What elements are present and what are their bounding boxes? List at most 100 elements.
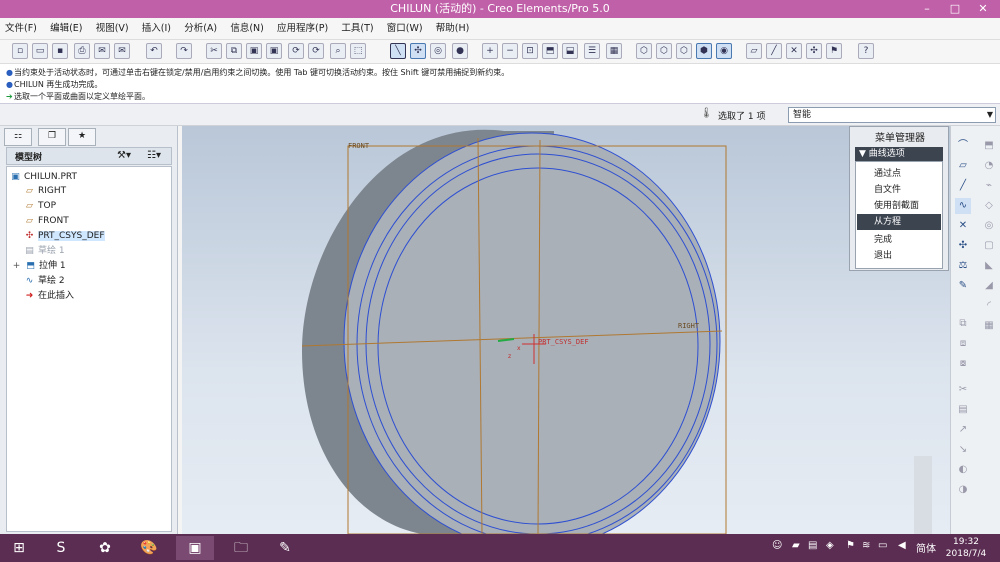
tab-model-tree[interactable]: ⚏: [4, 128, 32, 146]
mirror-tool-icon[interactable]: ⧈: [955, 336, 971, 352]
tree-item-insert-here[interactable]: ➜ 在此插入: [24, 290, 74, 302]
menu-edit[interactable]: 编辑(E): [45, 18, 87, 40]
merge-tool-icon[interactable]: ⧇: [955, 356, 971, 372]
wireframe-icon[interactable]: ⬡: [636, 43, 652, 59]
menu-item-quit[interactable]: 退出: [857, 248, 941, 264]
trim-tool-icon[interactable]: ✂: [955, 382, 971, 398]
tree-item-part[interactable]: ▣ CHILUN.PRT: [10, 171, 77, 183]
close-button[interactable]: ✕: [968, 0, 998, 18]
expand-icon[interactable]: +: [11, 260, 22, 272]
datum-point-icon[interactable]: ✕: [955, 218, 971, 234]
menu-applications[interactable]: 应用程序(P): [272, 18, 333, 40]
extend-tool-icon[interactable]: ↗: [955, 422, 971, 438]
datum-axes-icon[interactable]: ╱: [766, 43, 782, 59]
maximize-button[interactable]: □: [940, 0, 970, 18]
cut-icon[interactable]: ✂: [206, 43, 222, 59]
tree-settings-icon[interactable]: ⚒▾: [117, 150, 131, 161]
sketch-icon[interactable]: ╲: [390, 43, 406, 59]
tree-item-top[interactable]: ▱ TOP: [24, 200, 56, 212]
datum-points-icon[interactable]: ✕: [786, 43, 802, 59]
blend-tool-icon[interactable]: ◇: [981, 198, 997, 214]
curve-options-header[interactable]: ▼ 曲线选项: [855, 147, 943, 161]
csys-tool-icon[interactable]: ✣: [955, 238, 971, 254]
zoom-in-icon[interactable]: +: [482, 43, 498, 59]
tab-folder-browser[interactable]: ❐: [38, 128, 66, 146]
save-icon[interactable]: ▪: [52, 43, 68, 59]
baidu-app-icon[interactable]: ✿: [86, 536, 124, 560]
regenerate-icon[interactable]: ⟳: [288, 43, 304, 59]
zoom-out-icon[interactable]: −: [502, 43, 518, 59]
select-box-icon[interactable]: ⬚: [350, 43, 366, 59]
start-icon[interactable]: ⊞: [0, 536, 38, 560]
appearance-icon[interactable]: ●: [452, 43, 468, 59]
creo-app-icon[interactable]: ▣: [176, 536, 214, 560]
paint-app-icon[interactable]: 🎨: [130, 536, 168, 560]
datum-axis-icon[interactable]: ╱: [955, 178, 971, 194]
sweep-tool-icon[interactable]: ⌁: [981, 178, 997, 194]
menu-insert[interactable]: 插入(I): [137, 18, 176, 40]
draft-tool-icon[interactable]: ◢: [981, 278, 997, 294]
analysis-icon[interactable]: ⚖: [955, 258, 971, 274]
send-mail-icon[interactable]: ✉: [94, 43, 110, 59]
menu-item-through-points[interactable]: 通过点: [857, 166, 941, 182]
clock[interactable]: 19:32 2018/7/4: [936, 536, 996, 560]
tray-nvidia-icon[interactable]: ▰: [792, 540, 800, 551]
tree-item-front[interactable]: ▱ FRONT: [24, 215, 69, 227]
view-manager-icon[interactable]: ▦: [606, 43, 622, 59]
tray-app-icon[interactable]: ☺: [772, 540, 782, 551]
menu-item-done[interactable]: 完成: [857, 232, 941, 248]
tree-item-sketch1[interactable]: ▤ 草绘 1: [24, 245, 64, 257]
menu-item-from-equation[interactable]: 从方程: [857, 214, 941, 230]
no-hidden-icon[interactable]: ⬡: [676, 43, 692, 59]
chamfer-tool-icon[interactable]: ▦: [981, 318, 997, 334]
paste-special-icon[interactable]: ▣: [266, 43, 282, 59]
datum-planes-icon[interactable]: ▱: [746, 43, 762, 59]
tree-item-right[interactable]: ▱ RIGHT: [24, 185, 66, 197]
sogou-app-icon[interactable]: S: [42, 536, 80, 560]
menu-tools[interactable]: 工具(T): [336, 18, 378, 40]
paste-icon[interactable]: ▣: [246, 43, 262, 59]
tree-columns-icon[interactable]: ☷▾: [147, 150, 161, 161]
tree-item-extrude1[interactable]: + ⬒ 拉伸 1: [11, 260, 66, 272]
menu-view[interactable]: 视图(V): [91, 18, 134, 40]
hole-tool-icon[interactable]: ◎: [981, 218, 997, 234]
notes-app-icon[interactable]: ✎: [266, 536, 304, 560]
datum-curve-icon[interactable]: ∿: [955, 198, 971, 214]
offset-tool-icon[interactable]: ↘: [955, 442, 971, 458]
copy-icon[interactable]: ⧉: [226, 43, 242, 59]
menu-item-use-xsec[interactable]: 使用剖截面: [857, 198, 941, 214]
menu-window[interactable]: 窗口(W): [382, 18, 428, 40]
tray-flag-icon[interactable]: ⚑: [846, 540, 855, 551]
refit-icon[interactable]: ⊡: [522, 43, 538, 59]
extrude-tool-icon[interactable]: ⬒: [981, 138, 997, 154]
round-tool-icon[interactable]: ◜: [981, 298, 997, 314]
reorient-icon[interactable]: ⬒: [542, 43, 558, 59]
selection-filter[interactable]: 智能 ▼: [788, 107, 996, 123]
mail-attach-icon[interactable]: ✉: [114, 43, 130, 59]
enhanced-realism-icon[interactable]: ◉: [716, 43, 732, 59]
tray-shield-icon[interactable]: ◈: [826, 540, 834, 551]
context-help-icon[interactable]: ?: [858, 43, 874, 59]
hidden-line-icon[interactable]: ⬡: [656, 43, 672, 59]
tab-favorites[interactable]: ★: [68, 128, 96, 146]
sketch-tool-icon[interactable]: ✎: [955, 278, 971, 294]
find-icon[interactable]: ⌕: [330, 43, 346, 59]
regen-manager-icon[interactable]: ⟳: [308, 43, 324, 59]
new-file-icon[interactable]: ▫: [12, 43, 28, 59]
open-file-icon[interactable]: ▭: [32, 43, 48, 59]
tray-volume-icon[interactable]: ◀: [898, 540, 906, 551]
shading-icon[interactable]: ⬢: [696, 43, 712, 59]
shell-tool-icon[interactable]: ▢: [981, 238, 997, 254]
layers-icon[interactable]: ☰: [584, 43, 600, 59]
graphics-window[interactable]: FRONT RIGHT PRT_CSYS_DEF x z: [182, 126, 950, 550]
explorer-app-icon[interactable]: 🗀: [222, 536, 260, 560]
datum-plane-tool-icon[interactable]: ⌒: [955, 138, 971, 154]
annotation-icon[interactable]: ⚑: [826, 43, 842, 59]
redo-icon[interactable]: ↷: [176, 43, 192, 59]
thicken-tool-icon[interactable]: ◐: [955, 462, 971, 478]
csys-icon[interactable]: ✣: [806, 43, 822, 59]
print-icon[interactable]: ⎙: [74, 43, 90, 59]
minimize-button[interactable]: –: [912, 0, 942, 18]
model-viewport[interactable]: FRONT RIGHT PRT_CSYS_DEF x z: [182, 126, 950, 550]
menu-file[interactable]: 文件(F): [0, 18, 42, 40]
